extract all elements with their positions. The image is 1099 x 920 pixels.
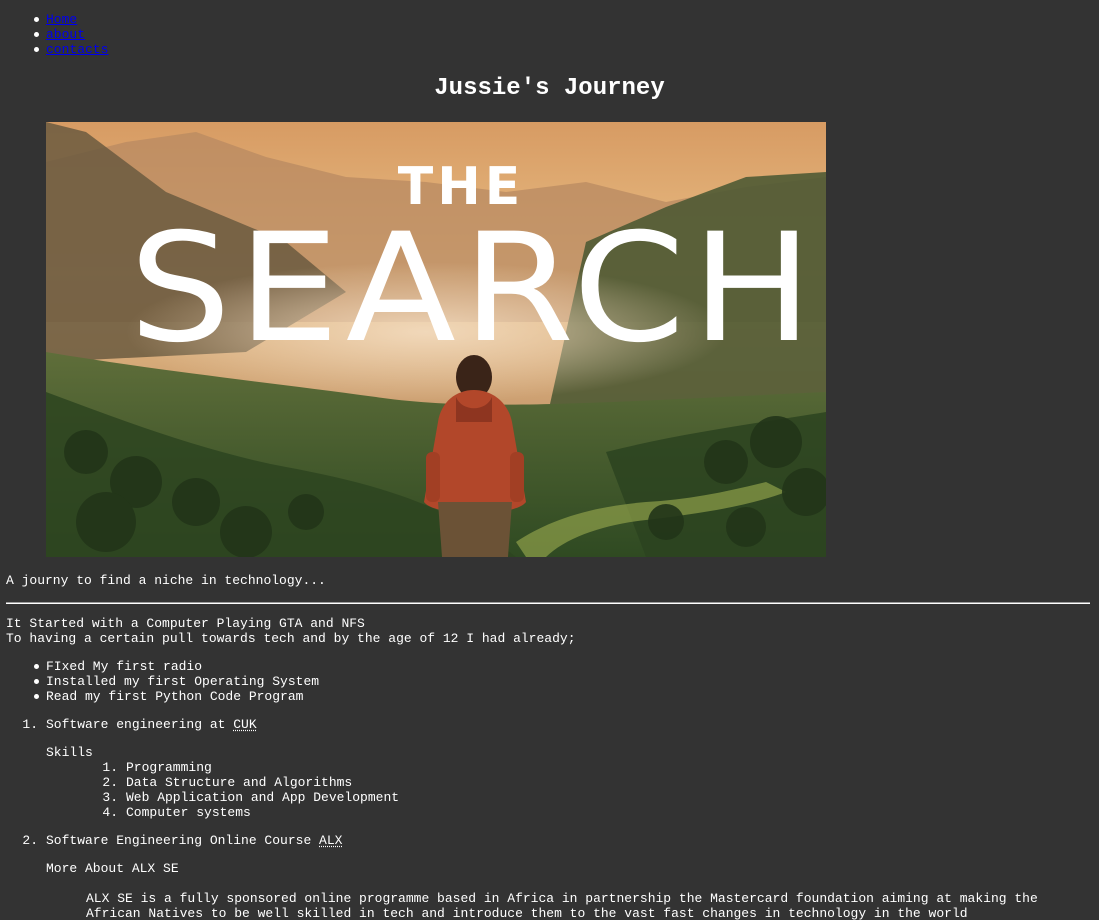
nav-item-about: about <box>33 27 108 42</box>
skill-number: 1. <box>102 760 118 775</box>
nav-link-home[interactable]: Home <box>46 12 77 27</box>
nav-menu: Home about contacts <box>33 12 108 57</box>
hero-overlay-large: SEARCH <box>129 202 819 376</box>
alx-description-line-2: African Natives to be well skilled in te… <box>86 906 968 920</box>
alx-heading: More About ALX SE <box>46 861 179 876</box>
intro-line-1: It Started with a Computer Playing GTA a… <box>6 616 365 631</box>
education-item-2-text: Software Engineering Online Course <box>46 833 320 848</box>
skill-item: Data Structure and Algorithms <box>126 775 353 790</box>
education-item-1: Software engineering at CUK <box>46 717 257 732</box>
nav-item-contacts: contacts <box>33 42 108 57</box>
education-number-1: 1. <box>22 717 38 732</box>
skills-heading: Skills <box>46 745 93 760</box>
nav-link-about[interactable]: about <box>46 27 85 42</box>
skill-number: 4. <box>102 805 118 820</box>
achievement-item: FIxed My first radio <box>33 659 319 674</box>
education-item-2: Software Engineering Online Course ALX <box>46 833 342 848</box>
skill-number: 2. <box>102 775 118 790</box>
nav-link-contacts[interactable]: contacts <box>46 42 108 57</box>
skill-number: 3. <box>102 790 118 805</box>
divider <box>6 602 1090 604</box>
achievement-item: Read my first Python Code Program <box>33 689 319 704</box>
skill-item: Computer systems <box>126 805 251 820</box>
alx-abbreviation[interactable]: ALX <box>319 833 342 848</box>
education-number-2: 2. <box>22 833 38 848</box>
hero-image: THE SEARCH <box>46 122 826 557</box>
achievements-list: FIxed My first radio Installed my first … <box>33 659 320 704</box>
achievement-item: Installed my first Operating System <box>33 674 320 689</box>
skill-item: Programming <box>126 760 212 775</box>
education-item-1-text: Software engineering at <box>46 717 234 732</box>
skill-item: Web Application and App Development <box>126 790 400 805</box>
nav-item-home: Home <box>33 12 108 27</box>
tagline: A journy to find a niche in technology..… <box>6 573 326 588</box>
intro-paragraph: It Started with a Computer Playing GTA a… <box>6 616 576 646</box>
intro-line-2: To having a certain pull towards tech an… <box>6 631 576 646</box>
alx-description-line-1: ALX SE is a fully sponsored online progr… <box>86 891 1038 906</box>
cuk-abbreviation[interactable]: CUK <box>233 717 256 732</box>
hero-illustration: THE SEARCH <box>46 122 826 557</box>
page-title: Jussie's Journey <box>434 75 665 102</box>
